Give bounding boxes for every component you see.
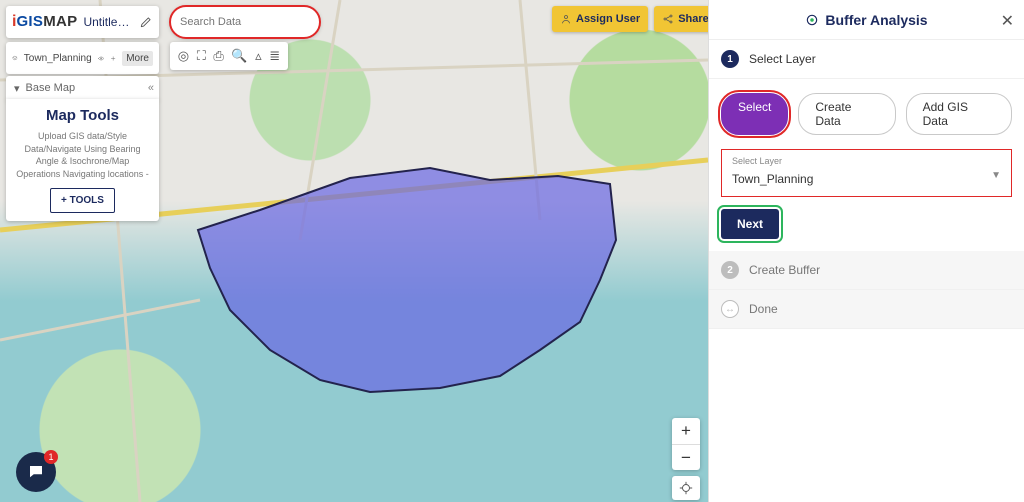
zoom-in-button[interactable]: +: [672, 418, 700, 444]
panel-title: Buffer Analysis: [825, 12, 927, 28]
share-icon: [662, 13, 674, 25]
print-icon[interactable]: ⎙: [213, 48, 223, 64]
logo: i GIS MAP: [12, 13, 77, 31]
add-layer-icon[interactable]: [110, 52, 116, 65]
step-done-icon: ↔: [721, 300, 739, 318]
zoom-out-button[interactable]: −: [672, 444, 700, 470]
chevron-down-icon: ▾: [14, 82, 20, 95]
basemap-toggle[interactable]: ▾ Base Map «: [6, 76, 159, 100]
chat-badge: 1: [44, 450, 58, 464]
map-tools-title: Map Tools: [14, 107, 151, 124]
pill-create-data[interactable]: Create Data: [798, 93, 895, 135]
buffer-icon: [805, 13, 819, 27]
zoom-control: + −: [672, 418, 700, 470]
select-layer-dropdown[interactable]: Select Layer Town_Planning ▼: [721, 149, 1012, 197]
expand-icon[interactable]: ⛶: [197, 48, 206, 64]
visibility-icon[interactable]: [98, 52, 104, 65]
step-done-label: Done: [749, 302, 778, 316]
buffer-analysis-panel: Buffer Analysis ✕ 1 Select Layer Select …: [708, 0, 1024, 502]
step-select-layer[interactable]: 1 Select Layer: [709, 40, 1024, 79]
select-layer-value: Town_Planning: [732, 172, 1001, 186]
next-button[interactable]: Next: [721, 209, 779, 239]
edit-title-icon[interactable]: [139, 15, 153, 29]
step-done[interactable]: ↔ Done: [709, 290, 1024, 329]
step-1-label: Select Layer: [749, 52, 816, 66]
search-card: [170, 6, 320, 38]
map-toolbar: ◎ ⛶ ⎙ 🔍 ▵ ≣: [170, 42, 288, 70]
map-title: Untitled ...: [83, 15, 133, 29]
crosshair-icon: [679, 481, 693, 495]
measure-icon[interactable]: ▵: [255, 48, 262, 64]
step-2-number: 2: [721, 261, 739, 279]
panel-header: Buffer Analysis ✕: [709, 0, 1024, 40]
layer-more-button[interactable]: More: [122, 51, 153, 66]
layer-icon: [12, 52, 18, 64]
pill-select[interactable]: Select: [721, 93, 788, 135]
target-icon[interactable]: ◎: [178, 48, 189, 64]
open-tools-button[interactable]: + TOOLS: [50, 188, 115, 213]
zoom-area-icon[interactable]: 🔍: [231, 48, 247, 64]
chat-icon: [27, 463, 45, 481]
close-panel-icon[interactable]: ✕: [1001, 11, 1014, 31]
map-tools-desc: Upload GIS data/Style Data/Navigate Usin…: [14, 130, 151, 180]
layer-item[interactable]: Town_Planning More: [6, 42, 159, 74]
locate-me-button[interactable]: [672, 476, 700, 500]
step-create-buffer[interactable]: 2 Create Buffer: [709, 251, 1024, 290]
layer-source-pills: Select Create Data Add GIS Data: [709, 79, 1024, 145]
collapse-icon[interactable]: «: [148, 82, 151, 94]
chevron-down-icon: ▼: [991, 170, 1001, 181]
user-icon: [560, 13, 572, 25]
map-tools-card: Map Tools Upload GIS data/Style Data/Nav…: [6, 99, 159, 221]
step-2-label: Create Buffer: [749, 263, 820, 277]
legend-icon[interactable]: ≣: [269, 48, 280, 64]
pill-add-gis[interactable]: Add GIS Data: [906, 93, 1012, 135]
chat-button[interactable]: 1: [16, 452, 56, 492]
basemap-label: Base Map: [26, 82, 142, 94]
app-title-card: i GIS MAP Untitled ...: [6, 6, 159, 38]
step-1-number: 1: [721, 50, 739, 68]
assign-user-button[interactable]: Assign User: [552, 6, 648, 32]
select-layer-label: Select Layer: [732, 156, 1001, 166]
layer-name: Town_Planning: [24, 53, 92, 64]
search-input[interactable]: [180, 16, 322, 28]
